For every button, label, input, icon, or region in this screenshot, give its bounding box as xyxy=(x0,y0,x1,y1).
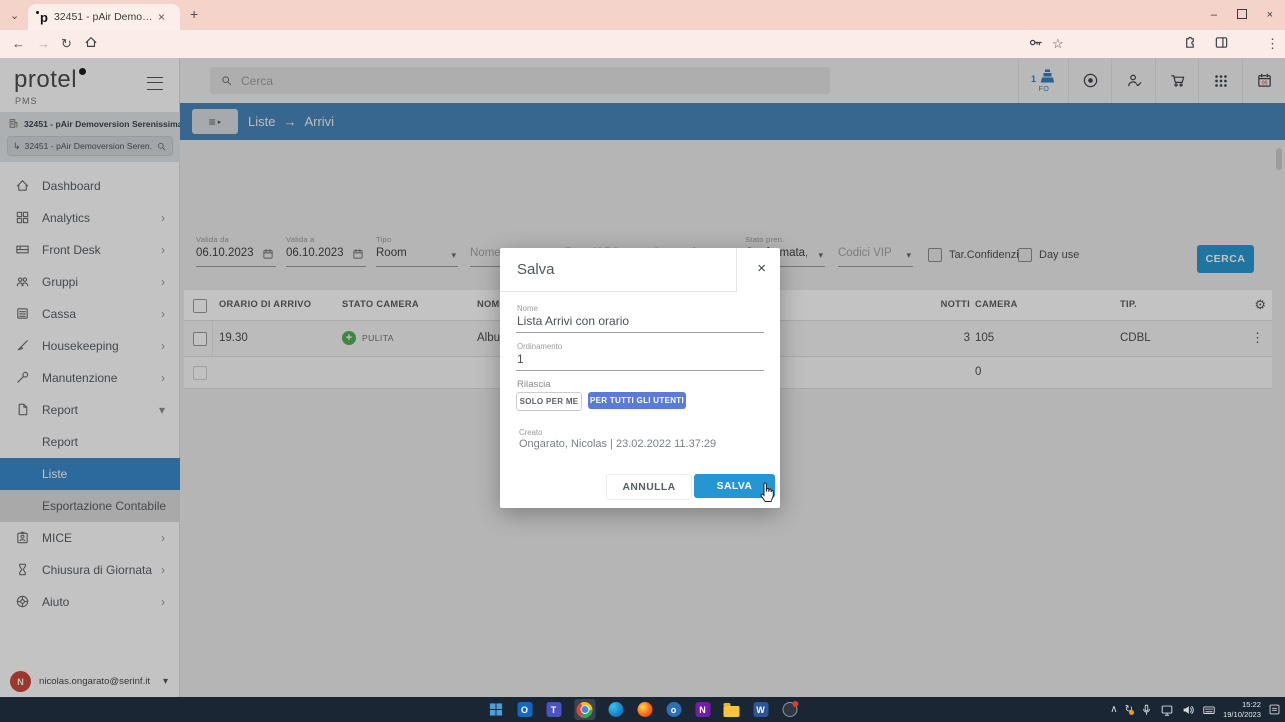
taskbar-outlook-classic[interactable]: o xyxy=(665,701,682,718)
solo-per-me-toggle[interactable]: SOLO PER ME xyxy=(516,392,582,411)
creato-value: Ongarato, Nicolas | 23.02.2022 11.37:29 xyxy=(519,438,716,450)
obs-icon xyxy=(782,702,797,717)
clock-date: 19/10/2023 xyxy=(1223,710,1261,720)
protel-favicon: p xyxy=(40,10,48,25)
maximize-icon xyxy=(1237,9,1247,19)
notification-center-icon[interactable] xyxy=(1268,703,1281,716)
sync-icon[interactable]: ↻ xyxy=(1125,704,1133,715)
folder-icon xyxy=(724,706,740,717)
creato-label: Creato xyxy=(519,428,542,437)
start-button[interactable] xyxy=(487,701,504,718)
new-tab-button[interactable]: + xyxy=(190,6,198,22)
taskbar-firefox[interactable] xyxy=(636,701,653,718)
ordinamento-label: Ordinamento xyxy=(517,342,562,351)
taskbar-teams[interactable]: T xyxy=(545,701,562,718)
taskbar-onenote[interactable]: N xyxy=(694,701,711,718)
nome-label: Nome xyxy=(517,304,538,313)
taskbar-file-explorer[interactable] xyxy=(723,701,740,718)
touch-keyboard-icon[interactable] xyxy=(1202,703,1216,717)
bookmark-star-button[interactable]: ☆ xyxy=(1052,36,1064,52)
chrome-icon xyxy=(577,702,593,718)
microphone-icon[interactable] xyxy=(1140,703,1153,717)
taskbar-chrome-active[interactable] xyxy=(574,699,595,720)
tab-close-icon[interactable]: × xyxy=(158,10,165,24)
tab-title: 32451 - pAir Demoversion Ser xyxy=(54,11,154,23)
forward-button[interactable]: → xyxy=(37,36,50,51)
taskbar-clock[interactable]: 15:22 19/10/2023 xyxy=(1223,700,1261,720)
ordinamento-underline xyxy=(516,370,764,371)
mouse-cursor-pointer xyxy=(758,482,777,509)
window-maximize-button[interactable] xyxy=(1237,9,1247,22)
nome-input[interactable]: Lista Arrivi con orario xyxy=(517,314,629,328)
browser-toolbar: ← → ↻ app.protel.net/pms/reporting/lists… xyxy=(0,30,1285,59)
windows-logo-icon xyxy=(488,702,503,717)
home-icon xyxy=(84,35,98,49)
clock-time: 15:22 xyxy=(1223,700,1261,710)
speaker-icon[interactable] xyxy=(1181,703,1195,717)
side-panel-button[interactable] xyxy=(1214,35,1229,53)
nome-underline xyxy=(516,332,764,333)
taskbar-obs[interactable] xyxy=(781,701,798,718)
taskbar-outlook[interactable]: O xyxy=(516,701,533,718)
annulla-button[interactable]: ANNULLA xyxy=(606,474,692,500)
window-minimize-button[interactable]: – xyxy=(1211,9,1217,21)
tray-expand-icon[interactable]: ∧ xyxy=(1110,704,1117,715)
edge-icon xyxy=(608,702,623,717)
browser-menu-button[interactable]: ⋮ xyxy=(1266,36,1279,52)
window-close-button[interactable]: × xyxy=(1267,9,1273,21)
extensions-button[interactable] xyxy=(1182,35,1197,53)
puzzle-icon xyxy=(1182,35,1197,50)
windows-taskbar: O T o N W ∧ ↻ 15:22 19/10/2023 xyxy=(0,697,1285,722)
salva-dialog: Salva × Nome Lista Arrivi con orario Ord… xyxy=(500,248,780,508)
browser-tab-strip: ⌄ p 32451 - pAir Demoversion Ser × + – × xyxy=(0,0,1285,30)
taskbar-edge[interactable] xyxy=(607,701,624,718)
home-button[interactable] xyxy=(84,35,98,52)
system-tray: ∧ ↻ 15:22 19/10/2023 xyxy=(1110,697,1281,722)
onenote-icon: N xyxy=(695,702,710,717)
screen: ⌄ p 32451 - pAir Demoversion Ser × + – ×… xyxy=(0,0,1285,722)
browser-tab[interactable]: p 32451 - pAir Demoversion Ser × xyxy=(28,4,180,30)
outlook-icon: O xyxy=(517,702,532,717)
tab-search-icon[interactable]: ⌄ xyxy=(10,9,19,22)
page-viewport: protel PMS 32451 - pAir Demoversion Sere… xyxy=(0,58,1285,697)
firefox-icon xyxy=(637,702,652,717)
scrollbar-thumb[interactable] xyxy=(1276,148,1282,170)
dialog-title: Salva xyxy=(517,261,555,278)
ordinamento-input[interactable]: 1 xyxy=(517,352,524,366)
dialog-close-button[interactable]: × xyxy=(757,260,766,277)
back-button[interactable]: ← xyxy=(12,36,25,51)
side-panel-icon xyxy=(1214,35,1229,50)
taskbar-word[interactable]: W xyxy=(752,701,769,718)
key-icon xyxy=(1028,35,1043,50)
per-tutti-gli-utenti-toggle[interactable]: PER TUTTI GLI UTENTI xyxy=(588,392,686,409)
reload-button[interactable]: ↻ xyxy=(61,36,72,52)
password-key-button[interactable] xyxy=(1028,35,1043,53)
outlook-classic-icon: o xyxy=(666,702,681,717)
network-monitor-icon[interactable] xyxy=(1160,703,1174,717)
word-icon: W xyxy=(753,702,768,717)
teams-icon: T xyxy=(546,702,561,717)
rilascia-label: Rilascia xyxy=(517,379,551,390)
